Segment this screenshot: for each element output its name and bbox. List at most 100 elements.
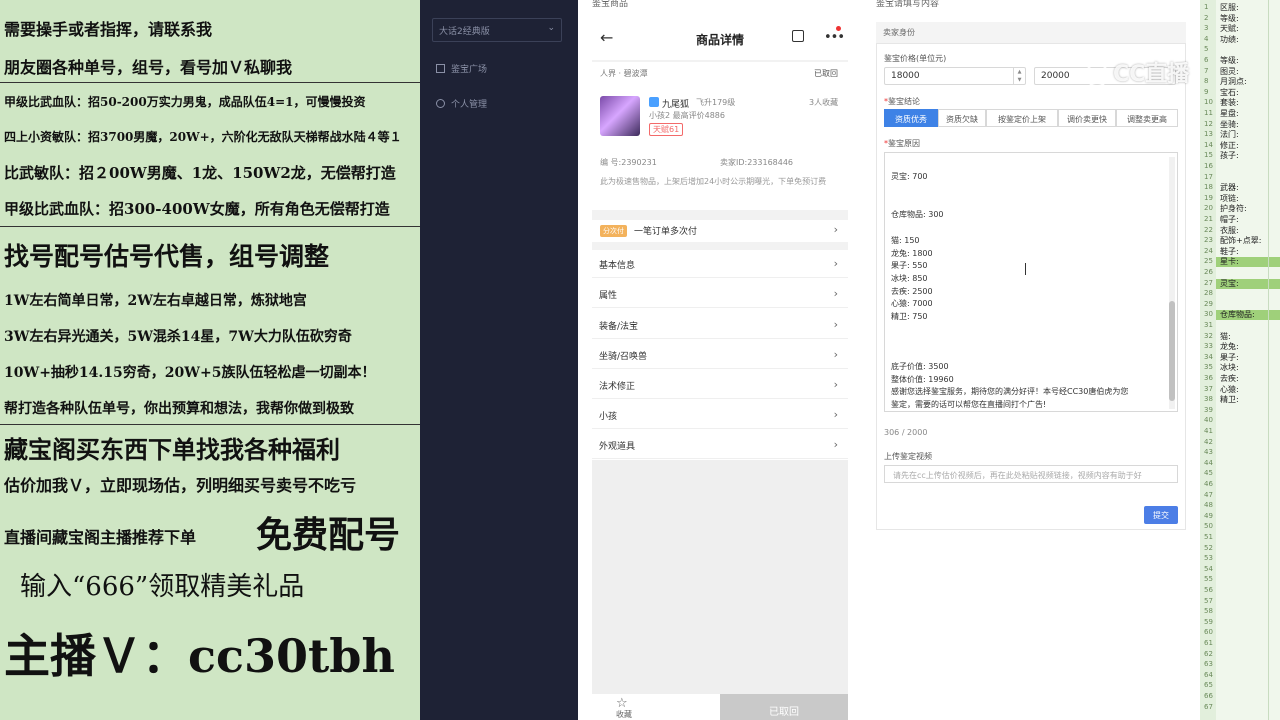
row-number: 34 <box>1204 352 1213 361</box>
row-number: 31 <box>1204 321 1213 329</box>
reason-line: 仓库物品: 300 <box>891 210 944 219</box>
row-number: 53 <box>1204 554 1213 563</box>
strip-label: 图灵: <box>1220 66 1239 76</box>
menu-row-label: 装备/法宝 <box>599 322 639 332</box>
tab-list-at-appraisal[interactable]: 按鉴定价上架 <box>986 109 1058 127</box>
strip-label: 帽子: <box>1220 215 1239 224</box>
divider <box>592 210 848 220</box>
row-number: 19 <box>1204 193 1213 202</box>
row-number: 54 <box>1204 564 1213 573</box>
row-number: 67 <box>1204 702 1213 711</box>
strip-label: 星盘: <box>1220 109 1239 118</box>
row-number: 45 <box>1204 469 1213 478</box>
strip-label: 龙兔: <box>1220 342 1239 352</box>
menu-row-basic-info[interactable]: 基本信息 › <box>592 250 848 278</box>
row-number: 44 <box>1204 458 1213 467</box>
installment-row[interactable]: 分次付 一笔订单多次付 › <box>592 220 848 242</box>
row-number: 59 <box>1204 617 1213 626</box>
menu-row-mounts[interactable]: 坐骑/召唤兽 › <box>592 341 848 369</box>
row-number: 55 <box>1204 575 1213 584</box>
reason-textarea[interactable]: 灵宝: 700 仓库物品: 300 猫: 150 龙兔: 1800 果子: 55… <box>884 152 1178 412</box>
strip-label: 项链: <box>1220 193 1239 203</box>
row-number: 6 <box>1204 56 1209 64</box>
tab-price-faster[interactable]: 调价卖更快 <box>1058 109 1116 127</box>
column-divider <box>1268 0 1269 720</box>
row-number: 56 <box>1204 586 1213 594</box>
row-number: 20 <box>1204 204 1213 213</box>
menu-row-label: 属性 <box>599 291 618 301</box>
reason-line: 底子价值: 3500 <box>891 362 949 371</box>
strip-label: 区服: <box>1220 3 1239 12</box>
stepper-icon[interactable]: ▲ ▼ <box>1013 68 1025 84</box>
price-label: 鉴宝价格(单位元) <box>884 54 947 63</box>
reason-line: 去疾: 2500 <box>891 287 933 296</box>
screen: 需要操手或者指挥，请联系我 朋友圈各种单号，组号，看号加Ｖ私聊我 甲级比武血队：… <box>0 0 1280 720</box>
video-link-input[interactable]: 请先在cc上传估价视频后，再在此处粘贴视频链接，视频内容有助于好 <box>884 465 1178 483</box>
strip-label: 鞋子: <box>1220 246 1239 256</box>
installment-label: 一笔订单多次付 <box>634 227 698 237</box>
item-id: 编 号:2390231 <box>600 158 657 167</box>
row-number: 43 <box>1204 448 1213 457</box>
installment-tag: 分次付 <box>600 225 627 237</box>
menu-row-appearance[interactable]: 外观道具 › <box>592 431 848 459</box>
row-number: 33 <box>1204 342 1213 351</box>
menu-row-children[interactable]: 小孩 › <box>592 401 848 429</box>
row-number: 28 <box>1204 289 1213 298</box>
row-number: 29 <box>1204 299 1213 308</box>
promo-contact: 主播Ｖ：cc30tbh <box>4 629 395 683</box>
chevron-right-icon: › <box>833 438 838 451</box>
row-number: 3 <box>1204 24 1209 33</box>
row-number: 24 <box>1204 246 1213 255</box>
row-number: 46 <box>1204 480 1213 488</box>
favorite-button[interactable]: ☆ 收藏 <box>592 694 720 720</box>
row-number: 62 <box>1204 649 1213 658</box>
share-icon[interactable] <box>792 30 804 42</box>
menu-row-spell-correction[interactable]: 法术修正 › <box>592 371 848 399</box>
row-number: 57 <box>1204 596 1213 605</box>
strip-label: 果子: <box>1220 352 1239 362</box>
reason-line: 龙兔: 1800 <box>891 249 933 258</box>
promo-line: 比武敏队：招２00W男魔、1龙、150W2龙，无偿帮打造 <box>4 164 396 182</box>
chevron-right-icon: › <box>833 257 838 270</box>
chevron-right-icon: › <box>833 408 838 421</box>
version-select[interactable]: 大话2经典版 ⌄ <box>432 18 562 42</box>
chevron-right-icon: › <box>833 223 838 236</box>
menu-row-attributes[interactable]: 属性 › <box>592 280 848 308</box>
sidebar-item-appraisal-square[interactable]: 鉴宝广场 <box>436 62 487 75</box>
conclusion-label: *鉴宝结论 <box>884 97 920 106</box>
price-min-input[interactable]: 18000 ▲ ▼ <box>884 67 1026 85</box>
strip-label: 配饰+点翠: <box>1220 236 1262 246</box>
reason-line: 猫: 150 <box>891 236 920 245</box>
scrollbar-thumb[interactable] <box>1169 301 1175 401</box>
tab-price-higher[interactable]: 调整卖更高 <box>1116 109 1178 127</box>
row-number: 30 <box>1204 310 1213 319</box>
row-number: 5 <box>1204 45 1209 54</box>
row-number: 9 <box>1204 87 1209 96</box>
pet-type-icon <box>649 97 659 107</box>
cc-logo-icon <box>1085 63 1109 87</box>
row-number: 63 <box>1204 660 1213 669</box>
revoked-button[interactable]: 已取回 <box>720 694 848 720</box>
menu-row-equipment[interactable]: 装备/法宝 › <box>592 311 848 339</box>
submit-button[interactable]: 提交 <box>1144 506 1178 524</box>
row-number: 22 <box>1204 225 1213 234</box>
divider <box>592 242 848 250</box>
row-number: 37 <box>1204 384 1213 393</box>
row-number: 51 <box>1204 533 1213 541</box>
user-icon <box>436 99 445 108</box>
row-number: 50 <box>1204 522 1213 531</box>
row-number: 16 <box>1204 162 1213 170</box>
more-icon[interactable]: ••• <box>824 30 845 45</box>
chevron-down-icon: ⌄ <box>547 23 555 33</box>
tab-quality-excellent[interactable]: 资质优秀 <box>884 109 938 127</box>
strip-label: 宝石: <box>1220 87 1239 97</box>
menu-row-label: 法术修正 <box>599 382 636 392</box>
notification-dot <box>836 26 841 31</box>
tab-quality-lacking[interactable]: 资质欠缺 <box>938 109 986 127</box>
sidebar-item-personal[interactable]: 个人管理 <box>436 97 487 110</box>
strip-label: 灵宝: <box>1220 278 1239 288</box>
strip-label: 法门: <box>1220 130 1239 140</box>
chevron-right-icon: › <box>833 378 838 391</box>
conclusion-label-text: 鉴宝结论 <box>888 97 920 106</box>
row-number: 42 <box>1204 437 1213 446</box>
